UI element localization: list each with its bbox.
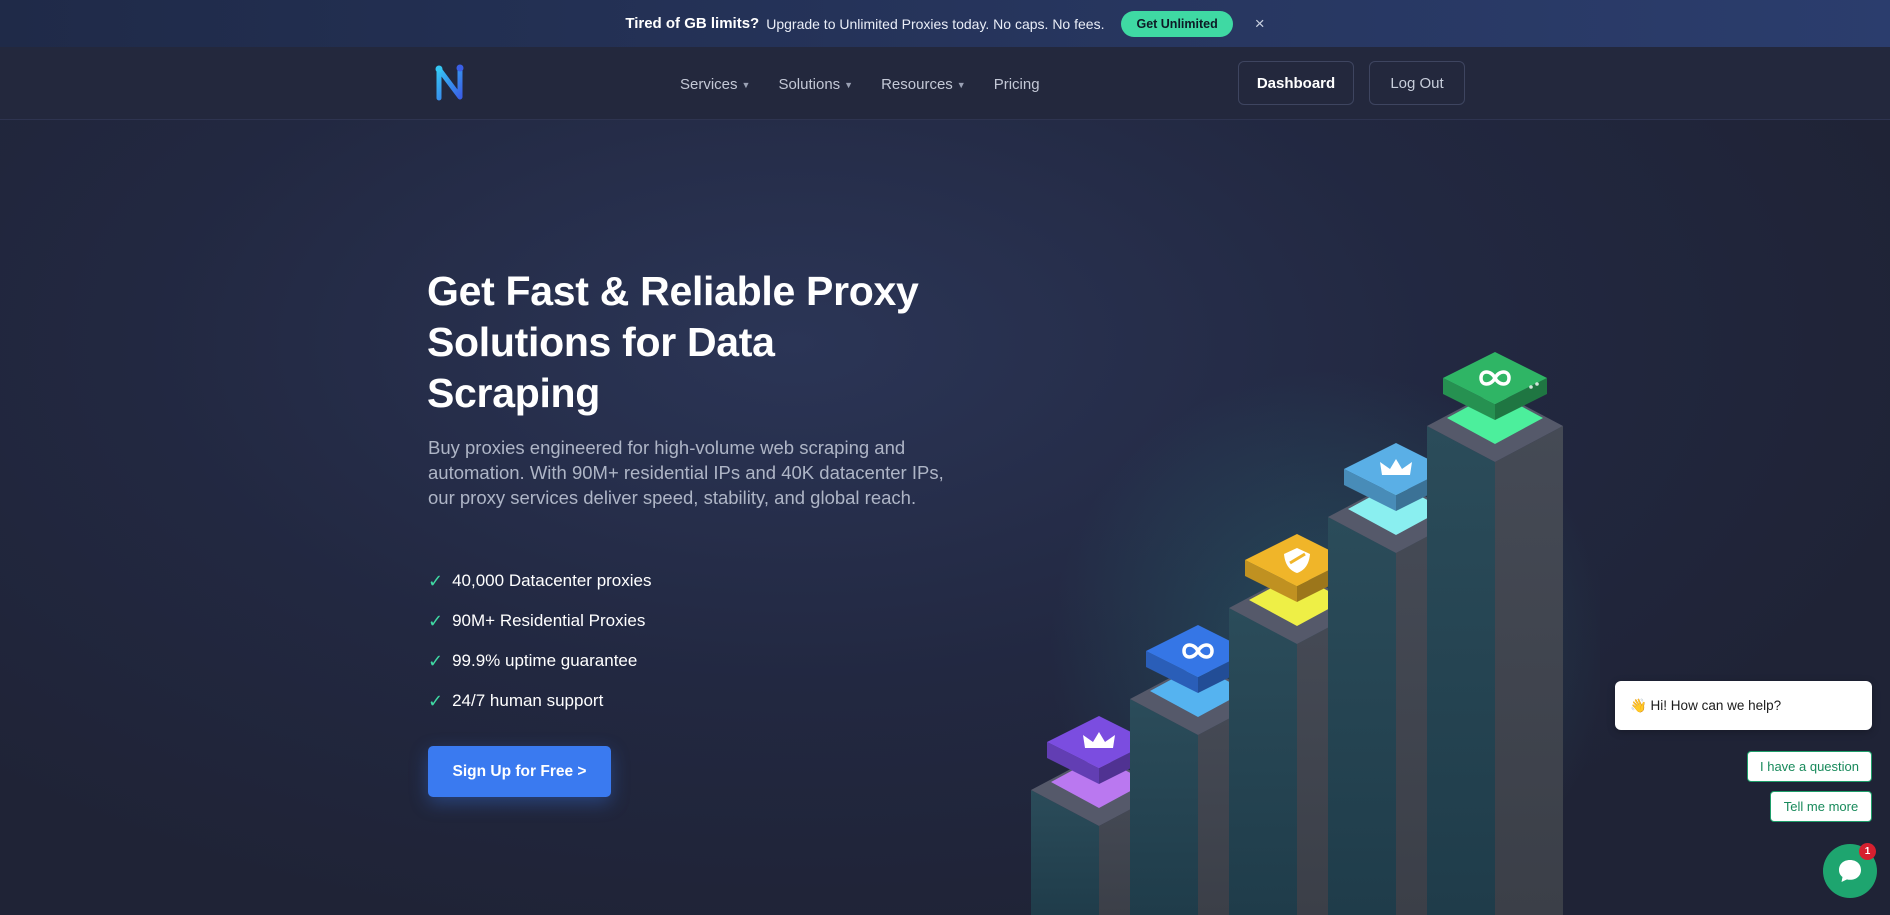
chat-icon [1839, 860, 1861, 882]
hero-title-line: Scraping [427, 370, 601, 416]
feature-item: ✓ 24/7 human support [428, 681, 652, 721]
dashboard-button[interactable]: Dashboard [1238, 61, 1354, 105]
nav-item-pricing[interactable]: Pricing [994, 76, 1040, 93]
check-icon: ✓ [428, 570, 444, 591]
pillar-left-face [1328, 517, 1396, 915]
caret-down-icon: ▼ [741, 79, 751, 90]
feature-list: ✓ 40,000 Datacenter proxies ✓ 90M+ Resid… [428, 561, 652, 721]
led-dot [1529, 385, 1533, 389]
close-icon[interactable]: × [1255, 14, 1265, 34]
pillar-right-face [1495, 426, 1563, 915]
announcement-message: Upgrade to Unlimited Proxies today. No c… [766, 15, 1105, 32]
sign-up-button[interactable]: Sign Up for Free > [428, 746, 611, 797]
feature-item: ✓ 99.9% uptime guarantee [428, 641, 652, 681]
announcement-headline: Tired of GB limits? [625, 15, 760, 32]
feature-item: ✓ 90M+ Residential Proxies [428, 601, 652, 641]
nav-label: Solutions [778, 76, 841, 93]
hero-description: Buy proxies engineered for high-volume w… [428, 437, 944, 508]
check-icon: ✓ [428, 610, 444, 631]
announcement-bar: Tired of GB limits? Upgrade to Unlimited… [0, 0, 1890, 47]
get-unlimited-button[interactable]: Get Unlimited [1121, 10, 1233, 37]
pillar-left-face [1427, 426, 1495, 915]
check-icon: ✓ [428, 690, 444, 711]
nav-item-services[interactable]: Services ▼ [680, 76, 750, 93]
feature-label: 24/7 human support [452, 691, 604, 710]
led-dot [1535, 382, 1539, 386]
hero-title-line: Get Fast & Reliable Proxy [427, 268, 919, 314]
feature-label: 90M+ Residential Proxies [452, 611, 646, 630]
hero-title: Get Fast & Reliable Proxy Solutions for … [427, 266, 987, 419]
step-5 [1427, 352, 1563, 915]
logout-button[interactable]: Log Out [1369, 61, 1465, 105]
proxy-steps-illustration [1031, 352, 1600, 915]
hero-title-line: Solutions for Data [427, 319, 775, 365]
caret-down-icon: ▼ [844, 79, 854, 90]
pillar-left-face [1229, 608, 1297, 915]
nav-item-solutions[interactable]: Solutions ▼ [778, 76, 853, 93]
nav-item-resources[interactable]: Resources ▼ [881, 76, 966, 93]
chat-option-question[interactable]: I have a question [1747, 751, 1872, 782]
feature-label: 40,000 Datacenter proxies [452, 571, 652, 590]
check-icon: ✓ [428, 650, 444, 671]
caret-down-icon: ▼ [956, 79, 966, 90]
feature-item: ✓ 40,000 Datacenter proxies [428, 561, 652, 601]
nav-label: Services [680, 76, 738, 93]
chat-option-more[interactable]: Tell me more [1770, 791, 1872, 822]
hero-section: Get Fast & Reliable Proxy Solutions for … [0, 120, 1890, 915]
site-header: Services ▼ Solutions ▼ Resources ▼ Prici… [0, 47, 1890, 120]
feature-label: 99.9% uptime guarantee [452, 651, 638, 670]
pillar-left-face [1130, 699, 1198, 915]
main-nav: Services ▼ Solutions ▼ Resources ▼ Prici… [680, 76, 1068, 93]
nav-label: Resources [881, 76, 953, 93]
chat-greeting: 👋 Hi! How can we help? [1615, 681, 1872, 730]
nav-label: Pricing [993, 76, 1040, 93]
n-logo-icon[interactable] [433, 64, 467, 102]
notification-badge: 1 [1859, 843, 1876, 860]
